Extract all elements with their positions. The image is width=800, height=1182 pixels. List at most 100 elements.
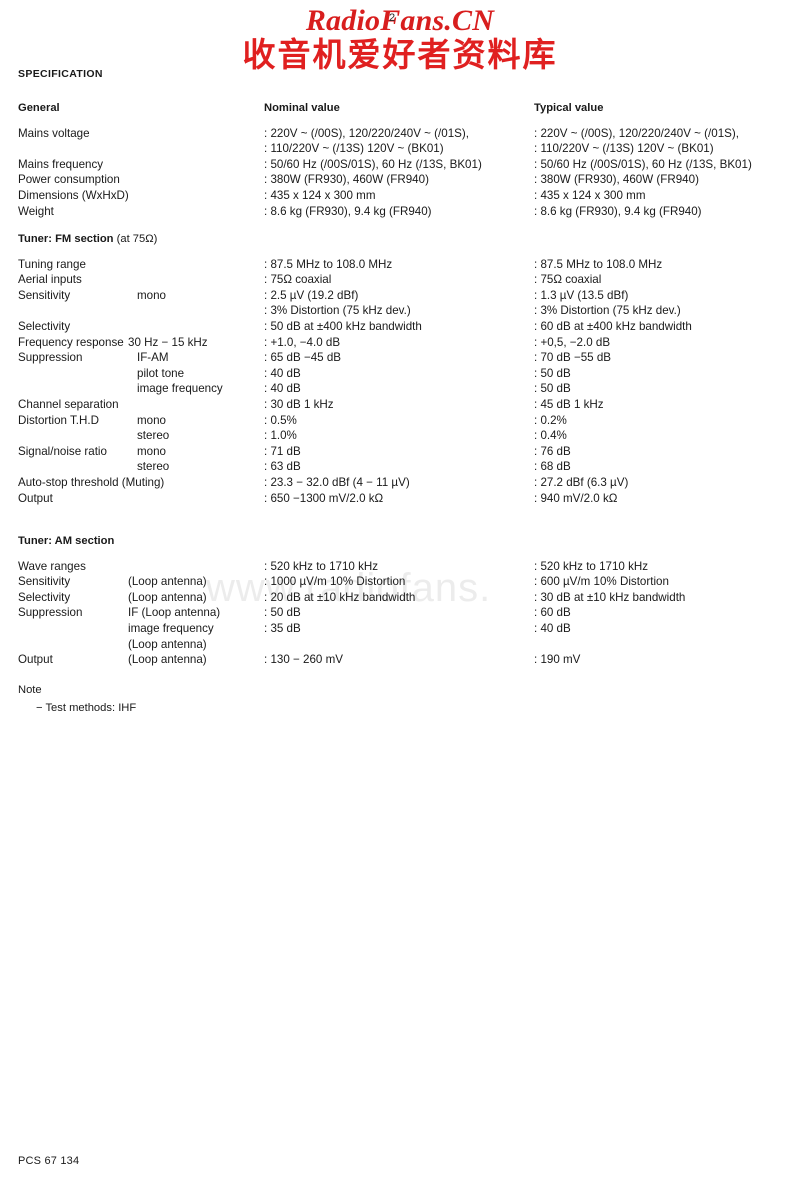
spec-row-label: Sensitivity bbox=[18, 288, 71, 302]
watermark-latin-text: RadioFans.CN bbox=[305, 4, 495, 37]
spec-row-typical-value: : 75Ω coaxial bbox=[534, 273, 602, 287]
spec-row: Dimensions (WxHxD) : 435 x 124 x 300 mm : … bbox=[0, 188, 800, 204]
spec-row-sublabel: image frequency bbox=[128, 621, 214, 635]
spec-row-typical-value: : 940 mV/2.0 kΩ bbox=[534, 491, 618, 505]
spec-row-label: Selectivity bbox=[18, 590, 71, 604]
spec-row-nominal-value: : 50 dB at ±400 kHz bandwidth bbox=[264, 319, 422, 333]
spec-row-typical-value: : 60 dB at ±400 kHz bandwidth bbox=[534, 319, 692, 333]
spec-row-label: Distortion T.H.D bbox=[18, 413, 99, 427]
am-section-title: Tuner: AM section bbox=[18, 534, 114, 550]
spec-row-typical-value: : 45 dB 1 kHz bbox=[534, 397, 604, 411]
spec-row-label: Mains frequency bbox=[18, 157, 104, 171]
spec-row-sublabel: stereo bbox=[137, 429, 170, 443]
spec-row-nominal-value: : 0.5% bbox=[264, 413, 297, 427]
spec-row-sublabel: pilot tone bbox=[137, 366, 185, 380]
spec-row-sublabel: mono bbox=[137, 413, 167, 427]
page-number: 2 bbox=[389, 12, 396, 24]
spec-row-nominal-value: : 40 dB bbox=[264, 382, 301, 396]
spec-row-typical-value: : 27.2 dBf (6.3 µV) bbox=[534, 475, 629, 489]
spec-row-nominal-value: : 23.3 − 32.0 dBf (4 − 11 µV) bbox=[264, 475, 410, 489]
spec-row: Weight: 8.6 kg (FR930), 9.4 kg (FR940): … bbox=[0, 204, 800, 220]
spec-row-label: Aerial inputs bbox=[18, 273, 82, 287]
spec-row-label: Wave ranges bbox=[18, 559, 86, 573]
spec-row: Channel separation: 30 dB 1 kHz: 45 dB 1… bbox=[0, 397, 800, 413]
spec-row-label: Auto-stop threshold (Muting) bbox=[18, 475, 165, 489]
spec-row-nominal-value: : +1.0, −4.0 dB bbox=[264, 335, 341, 349]
spec-row: stereo : 1.0% : 0.4% bbox=[0, 428, 800, 444]
spec-row-nominal-value: : 40 dB bbox=[264, 366, 301, 380]
spec-row-typical-value: : 50 dB bbox=[534, 366, 571, 380]
page-title: SPECIFICATION bbox=[18, 68, 103, 80]
spec-row-typical-value: : 435 x 124 x 300 mm bbox=[534, 188, 646, 202]
spec-row-label: Mains voltage bbox=[18, 126, 90, 140]
spec-row-sublabel: mono bbox=[137, 288, 167, 302]
spec-row-label: Dimensions (WxHxD) bbox=[18, 188, 129, 202]
spec-row-label: Suppression bbox=[18, 351, 83, 365]
spec-row: Frequency response 30 Hz − 15 kHz: +1.0, … bbox=[0, 335, 800, 351]
spec-row-label: Tuning range bbox=[18, 257, 86, 271]
spec-row: pilot tone : 40 dB : 50 dB bbox=[0, 366, 800, 382]
spec-row-label: Weight bbox=[18, 204, 54, 218]
spec-row-typical-value: : 30 dB at ±10 kHz bandwidth bbox=[534, 590, 686, 604]
column-header-nominal: Nominal value bbox=[264, 102, 340, 114]
spec-row-typical-value: : 60 dB bbox=[534, 606, 571, 620]
spec-row-nominal-value: : 380W (FR930), 460W (FR940) bbox=[264, 173, 429, 187]
spec-row: Sensitivity (Loop antenna) : 1000 µV/m 10%… bbox=[0, 574, 800, 590]
spec-row-typical-value: : 68 dB bbox=[534, 460, 571, 474]
spec-row-nominal-value: : 50/60 Hz (/00S/01S), 60 Hz (/13S, BK01… bbox=[264, 157, 482, 171]
spec-row-typical-value: : 1.3 µV (13.5 dBf) bbox=[534, 288, 629, 302]
spec-row-sublabel: (Loop antenna) bbox=[128, 653, 207, 667]
spec-row-typical-value: : +0,5, −2.0 dB bbox=[534, 335, 611, 349]
spec-row: Output: 650 −1300 mV/2.0 kΩ: 940 mV/2.0 … bbox=[0, 491, 800, 507]
spec-row-nominal-value: : 1000 µV/m 10% Distortion bbox=[264, 575, 406, 589]
spec-row-nominal-value: : 35 dB bbox=[264, 621, 301, 635]
fm-section: Tuner: FM section (at 75Ω) Tuning range:… bbox=[0, 232, 800, 506]
spec-row-typical-value: : 520 kHz to 1710 kHz bbox=[534, 559, 649, 573]
spec-row: Wave ranges : 520 kHz to 1710 kHz : 520 kH… bbox=[0, 559, 800, 575]
spec-row-label: Output bbox=[18, 491, 53, 505]
specification-page: RadioFans.CN 收音机爱好者资料库 2 www.radiofans. … bbox=[0, 0, 800, 1182]
spec-row-sublabel: mono bbox=[137, 444, 167, 458]
spec-row-nominal-value: : 520 kHz to 1710 kHz bbox=[264, 559, 379, 573]
spec-row-nominal-value: : 435 x 124 x 300 mm bbox=[264, 188, 376, 202]
spec-row-sublabel: stereo bbox=[137, 460, 170, 474]
spec-row-label: Power consumption bbox=[18, 173, 120, 187]
am-section: Tuner: AM section Wave ranges : 520 kHz t… bbox=[0, 534, 800, 668]
spec-row: stereo : 63 dB : 68 dB bbox=[0, 459, 800, 475]
spec-row-nominal-value: : 63 dB bbox=[264, 460, 301, 474]
spec-row-typical-value: : 380W (FR930), 460W (FR940) bbox=[534, 173, 699, 187]
spec-row-typical-value: : 40 dB bbox=[534, 621, 571, 635]
spec-row: : 3% Distortion (75 kHz dev.): 3% Distor… bbox=[0, 303, 800, 319]
general-section: General Nominal value Typical value Main… bbox=[0, 101, 800, 219]
spec-row: Output (Loop antenna): 130 − 260 mV: 190 … bbox=[0, 652, 800, 668]
spec-row-label: Suppression bbox=[18, 606, 83, 620]
spec-row: Suppression IF (Loop antenna): 50 dB: 60 … bbox=[0, 605, 800, 621]
spec-row-nominal-value: : 75Ω coaxial bbox=[264, 273, 332, 287]
spec-row-nominal-value: : 87.5 MHz to 108.0 MHz bbox=[264, 257, 393, 271]
spec-row-nominal-value: : 30 dB 1 kHz bbox=[264, 397, 334, 411]
fm-section-title: Tuner: FM section (at 75Ω) bbox=[18, 232, 157, 248]
fm-section-header: Tuner: FM section (at 75Ω) bbox=[0, 232, 800, 248]
spec-row-label: Selectivity bbox=[18, 319, 71, 333]
spec-row-sublabel: (Loop antenna) bbox=[128, 590, 207, 604]
spec-row-sublabel: (Loop antenna) bbox=[128, 637, 207, 651]
spec-row-sublabel: (Loop antenna) bbox=[128, 575, 207, 589]
spec-row: Distortion T.H.D mono : 0.5% : 0.2% bbox=[0, 413, 800, 429]
spec-row-nominal-value: : 3% Distortion (75 kHz dev.) bbox=[264, 304, 411, 318]
spec-row-sublabel: 30 Hz − 15 kHz bbox=[128, 335, 208, 349]
spec-row: : 110/220V ~ (/13S) 120V ~ (BK01): 110/2… bbox=[0, 141, 800, 157]
spec-row-nominal-value: : 8.6 kg (FR930), 9.4 kg (FR940) bbox=[264, 204, 432, 218]
spec-row-label: Sensitivity bbox=[18, 575, 71, 589]
column-header-typical: Typical value bbox=[534, 102, 604, 114]
spec-row-nominal-value: : 1.0% bbox=[264, 429, 297, 443]
radiofans-watermark-logo: RadioFans.CN 收音机爱好者资料库 bbox=[0, 6, 800, 75]
spec-row-typical-value: : 0.2% bbox=[534, 413, 567, 427]
spec-row-nominal-value: : 65 dB −45 dB bbox=[264, 351, 342, 365]
spec-row: image frequency : 35 dB : 40 dB bbox=[0, 621, 800, 637]
spec-row: Mains frequency : 50/60 Hz (/00S/01S), 60… bbox=[0, 157, 800, 173]
spec-row: Aerial inputs : 75Ω coaxial : 75Ω coaxial bbox=[0, 272, 800, 288]
spec-row-typical-value: : 0.4% bbox=[534, 429, 567, 443]
spec-row-nominal-value: : 50 dB bbox=[264, 606, 301, 620]
